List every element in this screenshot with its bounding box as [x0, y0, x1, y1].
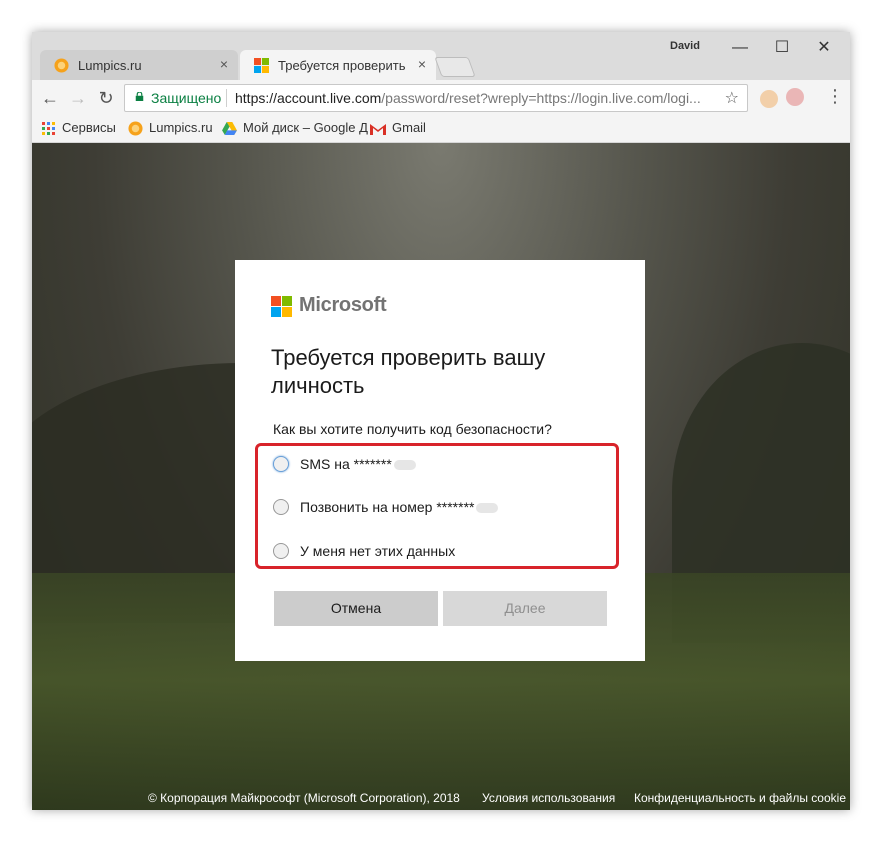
bookmark-star-icon[interactable]: ☆ [725, 88, 739, 108]
url-host: https://account.live.com [235, 90, 382, 106]
bookmark-services[interactable]: Сервисы [42, 120, 116, 136]
page-footer: © Корпорация Майкрософт (Microsoft Corpo… [32, 788, 850, 810]
maximize-button[interactable]: ☐ [760, 34, 804, 62]
radio-button[interactable] [273, 456, 289, 472]
option-label: Позвонить на номер ******* [300, 499, 499, 515]
tab-close-icon[interactable]: × [220, 56, 228, 72]
option-label: У меня нет этих данных [300, 543, 456, 559]
apps-grid-icon [42, 121, 55, 135]
bookmark-label: Сервисы [62, 120, 116, 135]
brand-name: Microsoft [299, 294, 387, 316]
bookmark-lumpics[interactable]: Lumpics.ru [128, 120, 213, 136]
bookmark-gmail[interactable]: Gmail [370, 120, 426, 135]
extension-icon[interactable] [760, 90, 778, 108]
lumpics-orange-icon [54, 58, 69, 73]
secure-label: Защищено [151, 90, 222, 106]
url-path: /password/reset?wreply=https://login.liv… [381, 90, 701, 106]
tab-close-icon[interactable]: × [418, 56, 426, 72]
profile-name[interactable]: David [670, 40, 700, 52]
radio-button[interactable] [273, 543, 289, 559]
tab-title: Lumpics.ru [78, 58, 142, 73]
address-divider [226, 89, 227, 107]
tab-title: Требуется проверить ва [278, 58, 408, 73]
verify-identity-dialog: Microsoft Требуется проверить вашу лично… [235, 260, 645, 661]
lock-icon [135, 92, 144, 101]
microsoft-logo-icon [271, 296, 293, 318]
minimize-button[interactable]: — [718, 34, 762, 62]
url-text[interactable]: https://account.live.com/password/reset?… [235, 90, 715, 106]
toolbar: ← → ↻ Защищено https://account.live.com/… [32, 80, 850, 116]
bookmark-google-drive[interactable]: Мой диск – Google Д [222, 120, 368, 136]
page-background: Microsoft Требуется проверить вашу лично… [32, 143, 850, 810]
copyright-text: © Корпорация Майкрософт (Microsoft Corpo… [148, 791, 460, 805]
privacy-link[interactable]: Конфиденциальность и файлы cookie [634, 791, 846, 805]
google-drive-icon [222, 122, 237, 136]
dialog-title: Требуется проверить вашу личность [271, 345, 546, 398]
tab-lumpics[interactable]: Lumpics.ru × [40, 50, 238, 80]
address-bar[interactable]: Защищено https://account.live.com/passwo… [124, 84, 748, 112]
bookmark-label: Gmail [392, 120, 426, 135]
tab-strip: Lumpics.ru × Требуется проверить ва × Da… [32, 32, 850, 80]
extension-icon[interactable] [786, 88, 804, 106]
new-tab-button[interactable] [434, 57, 476, 77]
cancel-button[interactable]: Отмена [274, 591, 438, 626]
lumpics-orange-icon [128, 121, 143, 136]
next-button[interactable]: Далее [443, 591, 607, 626]
close-window-button[interactable]: ✕ [802, 34, 846, 62]
browser-window: Lumpics.ru × Требуется проверить ва × Da… [32, 32, 850, 810]
question-text: Как вы хотите получить код безопасности? [273, 421, 552, 437]
tab-microsoft-verify[interactable]: Требуется проверить ва × [240, 50, 436, 80]
bookmark-label: Мой диск – Google Д [243, 120, 368, 135]
browser-menu-icon[interactable]: ⋮ [826, 86, 844, 107]
radio-button[interactable] [273, 499, 289, 515]
forward-button[interactable]: → [66, 86, 90, 110]
bookmarks-bar: Сервисы Lumpics.ru Мой диск – Google Д G… [32, 116, 850, 143]
gmail-icon [370, 123, 386, 135]
back-button[interactable]: ← [38, 86, 62, 110]
option-label: SMS на ******* [300, 456, 416, 472]
terms-link[interactable]: Условия использования [482, 791, 615, 805]
microsoft-icon [254, 58, 269, 73]
reload-button[interactable]: ↻ [94, 86, 118, 110]
bookmark-label: Lumpics.ru [149, 120, 213, 135]
